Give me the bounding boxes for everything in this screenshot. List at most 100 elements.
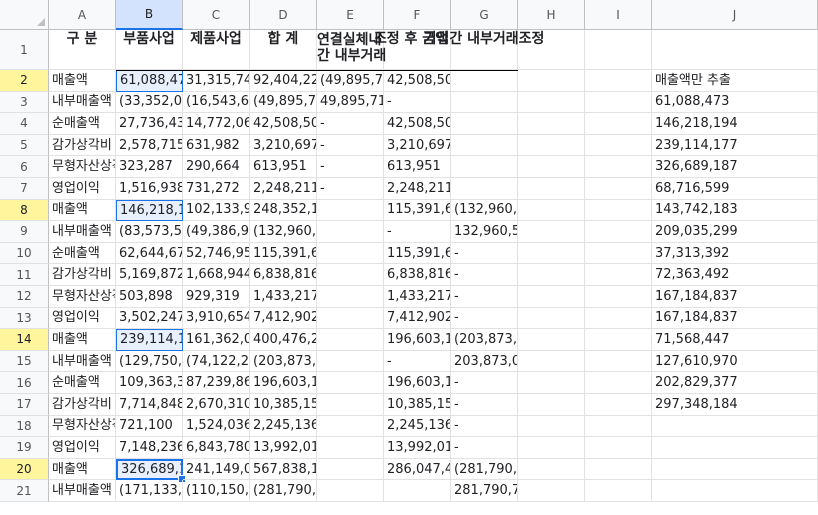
cell-h12[interactable] [518, 286, 585, 308]
cell-a3[interactable]: 내부매출액 [49, 91, 116, 114]
cell-c8[interactable]: 102,133,9 [183, 199, 250, 222]
cell-b15[interactable]: (129,750,8 [116, 350, 183, 373]
cell-g17[interactable]: - [451, 394, 518, 416]
cell-c3[interactable]: (16,543,6 [183, 91, 250, 114]
cell-d18[interactable]: 2,245,136 [250, 415, 317, 438]
row-header-16[interactable]: 16 [0, 372, 49, 394]
cell-c10[interactable]: 52,746,95 [183, 242, 250, 265]
cell-h8[interactable] [518, 199, 585, 222]
cell-g21[interactable]: 281,790,739 [451, 480, 518, 502]
cell-f5[interactable]: 3,210,697 [384, 134, 451, 157]
column-header-c[interactable]: C [183, 0, 250, 30]
cell-a10[interactable]: 순매출액 [49, 242, 116, 265]
cell-e13[interactable] [317, 307, 384, 330]
cell-h10[interactable] [518, 242, 585, 265]
cell-a4[interactable]: 순매출액 [49, 113, 116, 135]
cell-h21[interactable] [518, 480, 585, 502]
cell-h15[interactable] [518, 350, 585, 373]
cell-g14[interactable]: (203,873,069) [451, 329, 518, 351]
row-header-9[interactable]: 9 [0, 221, 49, 243]
cell-f12[interactable]: 1,433,217 [384, 286, 451, 308]
cell-f13[interactable]: 7,412,902 [384, 307, 451, 330]
cell-j1[interactable] [652, 30, 818, 70]
column-header-b[interactable]: B [116, 0, 183, 30]
cell-a18[interactable]: 무형자산상각비 [49, 415, 116, 438]
row-header-7[interactable]: 7 [0, 178, 49, 200]
cell-i6[interactable] [585, 156, 652, 178]
cell-g6[interactable] [451, 156, 518, 178]
cell-a16[interactable]: 순매출액 [49, 372, 116, 394]
column-header-h[interactable]: H [518, 0, 585, 30]
column-header-g[interactable]: G [451, 0, 518, 30]
cell-j17[interactable]: 297,348,184 [652, 394, 818, 416]
cell-h4[interactable] [518, 113, 585, 135]
cell-a6[interactable]: 무형자산상각비 [49, 156, 116, 178]
cell-c20[interactable]: 241,149,0 [183, 458, 250, 481]
cell-c15[interactable]: (74,122,2 [183, 350, 250, 373]
cell-f21[interactable] [384, 480, 451, 502]
cell-i15[interactable] [585, 350, 652, 373]
cell-e7[interactable]: - [317, 178, 384, 200]
cell-j15[interactable]: 127,610,970 [652, 350, 818, 373]
cell-j6[interactable]: 326,689,187 [652, 156, 818, 178]
cell-b16[interactable]: 109,363,3 [116, 372, 183, 394]
cell-i11[interactable] [585, 264, 652, 286]
cell-c1[interactable]: 제품사업 [183, 30, 250, 70]
cell-d17[interactable]: 10,385,158 [250, 394, 317, 416]
cell-d13[interactable]: 7,412,902 [250, 307, 317, 330]
row-header-3[interactable]: 3 [0, 91, 49, 114]
cell-e5[interactable]: - [317, 134, 384, 157]
cell-b13[interactable]: 3,502,247 [116, 307, 183, 330]
cell-e11[interactable] [317, 264, 384, 286]
cell-j3[interactable]: 61,088,473 [652, 91, 818, 114]
column-header-d[interactable]: D [250, 0, 317, 30]
cell-d15[interactable]: (203,873,069) [250, 350, 317, 373]
cell-d1[interactable]: 합 계 [250, 30, 317, 70]
cell-g18[interactable]: - [451, 415, 518, 438]
cell-j9[interactable]: 209,035,299 [652, 221, 818, 243]
cell-a2[interactable]: 매출액 [49, 70, 116, 92]
cell-d5[interactable]: 3,210,697 [250, 134, 317, 157]
cell-c7[interactable]: 731,272 [183, 178, 250, 200]
cell-g15[interactable]: 203,873,069 [451, 350, 518, 373]
cell-j13[interactable]: 167,184,837 [652, 307, 818, 330]
cell-j7[interactable]: 68,716,599 [652, 178, 818, 200]
cell-g20[interactable]: (281,790,739) [451, 458, 518, 481]
row-header-21[interactable]: 21 [0, 480, 49, 502]
cell-h16[interactable] [518, 372, 585, 394]
cell-c19[interactable]: 6,843,780 [183, 437, 250, 459]
cell-a11[interactable]: 감가상각비 [49, 264, 116, 286]
cell-h13[interactable] [518, 307, 585, 330]
cell-e19[interactable] [317, 437, 384, 459]
cell-i19[interactable] [585, 437, 652, 459]
cell-g4[interactable] [451, 113, 518, 135]
column-header-i[interactable]: I [585, 0, 652, 30]
row-header-8[interactable]: 8 [0, 199, 49, 222]
cell-i4[interactable] [585, 113, 652, 135]
cell-b21[interactable]: (171,133, [116, 480, 183, 502]
cell-g9[interactable]: 132,960,509 [451, 221, 518, 243]
cell-i13[interactable] [585, 307, 652, 330]
cell-e4[interactable]: - [317, 113, 384, 135]
cell-f9[interactable]: - [384, 221, 451, 243]
cell-c21[interactable]: (110,150, [183, 480, 250, 502]
cell-b4[interactable]: 27,736,43 [116, 113, 183, 135]
cell-g11[interactable]: - [451, 264, 518, 286]
cell-g19[interactable]: - [451, 437, 518, 459]
cell-a17[interactable]: 감가상각비 [49, 394, 116, 416]
cell-g1[interactable]: 기업간 내부거래조정 [424, 30, 544, 70]
cell-j12[interactable]: 167,184,837 [652, 286, 818, 308]
cell-a9[interactable]: 내부매출액 [49, 221, 116, 243]
cell-d6[interactable]: 613,951 [250, 156, 317, 178]
cell-i7[interactable] [585, 178, 652, 200]
cell-e16[interactable] [317, 372, 384, 394]
row-header-1[interactable]: 1 [0, 30, 49, 70]
cell-a7[interactable]: 영업이익 [49, 178, 116, 200]
cell-b5[interactable]: 2,578,715 [116, 134, 183, 157]
cell-j16[interactable]: 202,829,377 [652, 372, 818, 394]
row-header-10[interactable]: 10 [0, 242, 49, 265]
cell-b19[interactable]: 7,148,236 [116, 437, 183, 459]
cell-c16[interactable]: 87,239,86 [183, 372, 250, 394]
cell-f16[interactable]: 196,603,1 [384, 372, 451, 394]
cell-f2[interactable]: 42,508,505 [384, 70, 451, 92]
